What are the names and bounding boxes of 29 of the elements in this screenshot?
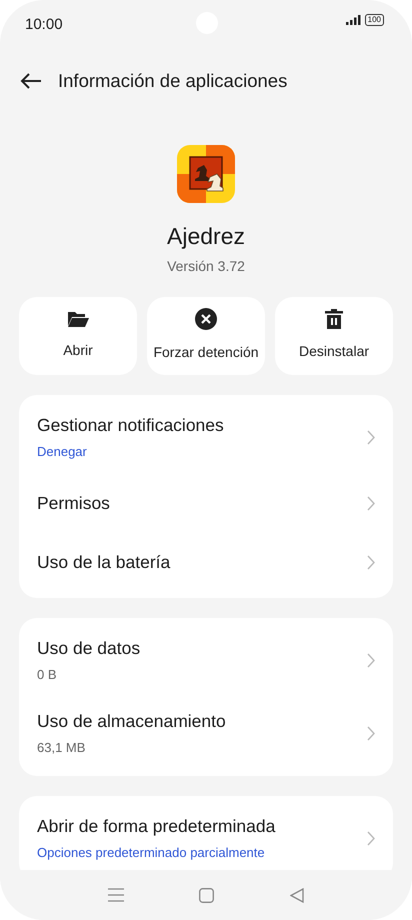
trash-icon: [325, 309, 343, 329]
settings-row[interactable]: Abrir de forma predeterminada Opciones predeterminado parcialmente: [19, 802, 393, 870]
settings-row[interactable]: Permisos: [19, 474, 393, 532]
settings-row[interactable]: Uso de datos 0 B: [19, 624, 393, 696]
menu-icon[interactable]: [108, 888, 124, 902]
settings-row[interactable]: Gestionar notificaciones Denegar: [19, 400, 393, 474]
signal-icon: [346, 15, 361, 25]
back-nav-icon[interactable]: [290, 888, 304, 902]
chevron-icon: [367, 726, 375, 740]
app-name: Ajedrez: [167, 222, 245, 251]
chevron-icon: [367, 830, 375, 846]
app-icon: [177, 145, 235, 203]
action-button[interactable]: Desinstalar: [275, 296, 393, 374]
settings-row[interactable]: Uso de la batería: [19, 532, 393, 592]
battery-indicator: 100: [364, 14, 384, 26]
app-version: Versión 3.72: [167, 256, 245, 276]
folder-icon: [67, 310, 89, 328]
settings-row[interactable]: Uso de almacenamiento 63,1 MB: [19, 696, 393, 770]
chevron-icon: [367, 496, 375, 510]
action-button[interactable]: Forzar detención: [147, 296, 265, 374]
page-title: Información de aplicaciones: [58, 69, 288, 94]
chevron-icon: [367, 430, 375, 444]
status-time: 10:00: [25, 15, 63, 35]
chevron-icon: [367, 652, 375, 668]
chevron-icon: [367, 554, 375, 570]
action-button[interactable]: Abrir: [19, 296, 137, 374]
home-icon[interactable]: [199, 888, 214, 902]
back-icon[interactable]: [20, 73, 42, 89]
close-icon: [195, 308, 217, 330]
